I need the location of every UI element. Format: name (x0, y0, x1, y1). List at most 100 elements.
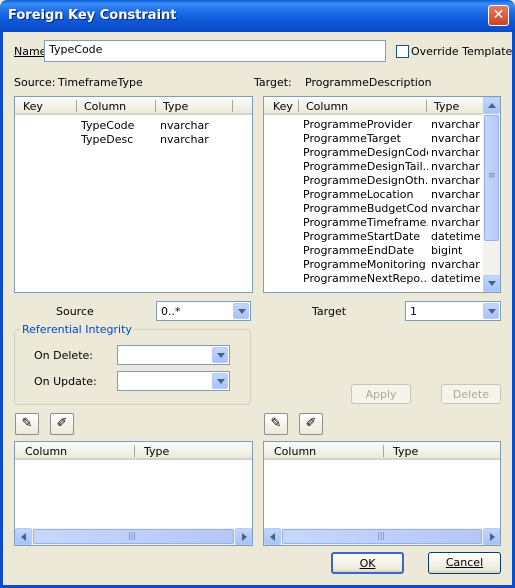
window-title: Foreign Key Constraint (8, 8, 177, 23)
referential-integrity-title: Referential Integrity (20, 323, 134, 336)
table-row[interactable]: ProgrammeTimeframe... nvarchar (264, 216, 483, 230)
chevron-left-icon (21, 533, 26, 541)
override-template-checkbox[interactable] (396, 45, 409, 58)
scroll-thumb[interactable]: ||| (33, 529, 234, 544)
source-cardinality-select[interactable]: 0..* (156, 301, 251, 321)
table-row[interactable]: ProgrammeEndDate bigint (264, 244, 483, 258)
horizontal-scrollbar[interactable]: ||| (15, 528, 252, 545)
source-row-type: nvarchar (160, 133, 209, 146)
on-delete-select[interactable] (117, 345, 230, 365)
table-row[interactable]: ProgrammeBudgetCode nvarchar (264, 202, 483, 216)
target-mapping-grid[interactable]: Column Type ||| (263, 441, 501, 546)
scroll-thumb[interactable]: ≡ (484, 115, 499, 241)
add-target-mapping-button[interactable]: ✎ (264, 413, 288, 435)
target-row-type: nvarchar (431, 188, 480, 201)
target-header-type[interactable]: Type (434, 100, 459, 113)
ok-button[interactable]: OK (331, 552, 404, 574)
cancel-button[interactable]: Cancel (428, 552, 501, 574)
target-columns-grid[interactable]: Key Column Type ProgrammeProvider nvarcha… (263, 96, 501, 293)
target-row-type: nvarchar (431, 146, 480, 159)
table-row[interactable]: ProgrammeTarget nvarchar (264, 132, 483, 146)
name-label: Name (14, 45, 47, 58)
scroll-left-button[interactable] (264, 528, 281, 545)
chevron-down-icon (217, 353, 225, 358)
grip-icon: ||| (377, 531, 386, 540)
close-icon: ✕ (492, 7, 505, 23)
cancel-button-label: Cancel (445, 556, 484, 569)
dropdown-button[interactable] (212, 347, 228, 363)
target-header-column[interactable]: Column (306, 100, 348, 113)
mapping-header-column[interactable]: Column (274, 445, 316, 458)
target-header-key[interactable]: Key (273, 100, 293, 113)
target-label: Target: (254, 76, 292, 89)
source-label: Source: (14, 76, 56, 89)
scroll-thumb[interactable]: ||| (282, 529, 482, 544)
target-row-column: ProgrammeEndDate (303, 244, 415, 257)
target-table-name: ProgrammeDescription (305, 76, 432, 89)
scroll-left-button[interactable] (15, 528, 32, 545)
close-button[interactable]: ✕ (488, 5, 509, 26)
apply-button[interactable]: Apply (351, 384, 411, 404)
remove-target-mapping-button[interactable]: ✐ (299, 413, 323, 435)
mapping-grid-header: Column Type (264, 442, 500, 460)
header-separator (155, 100, 156, 112)
table-row[interactable]: TypeDesc nvarchar (15, 133, 252, 147)
scroll-right-button[interactable] (235, 528, 252, 545)
target-row-column: ProgrammeProvider (303, 118, 413, 131)
source-header-key[interactable]: Key (23, 100, 43, 113)
chevron-up-icon (488, 103, 496, 108)
source-cardinality-label: Source (56, 305, 94, 318)
pencil-add-icon: ✎ (270, 416, 282, 431)
chevron-down-icon (488, 281, 496, 286)
target-row-type: nvarchar (431, 174, 480, 187)
target-row-type: bigint (431, 244, 463, 257)
table-row[interactable]: ProgrammeDesignCode nvarchar (264, 146, 483, 160)
chevron-left-icon (270, 533, 275, 541)
target-row-type: nvarchar (431, 118, 480, 131)
grip-icon: ≡ (488, 171, 496, 181)
table-row[interactable]: ProgrammeProvider nvarchar (264, 118, 483, 132)
target-cardinality-label: Target (312, 305, 347, 318)
mapping-header-type[interactable]: Type (393, 445, 418, 458)
target-cardinality-select[interactable]: 1 (405, 301, 501, 321)
scroll-right-button[interactable] (483, 528, 500, 545)
target-row-type: nvarchar (431, 216, 480, 229)
remove-mapping-button[interactable]: ✐ (50, 413, 74, 435)
table-row[interactable]: ProgrammeMonitoring nvarchar (264, 258, 483, 272)
table-row[interactable]: ProgrammeDesignTail... nvarchar (264, 160, 483, 174)
name-input[interactable]: TypeCode (44, 40, 386, 62)
target-vertical-scrollbar[interactable]: ≡ (483, 97, 500, 292)
header-separator (383, 445, 384, 457)
grip-icon: ||| (128, 531, 137, 540)
horizontal-scrollbar[interactable]: ||| (264, 528, 500, 545)
chevron-down-icon (217, 379, 225, 384)
mapping-header-column[interactable]: Column (25, 445, 67, 458)
source-mapping-grid[interactable]: Column Type ||| (14, 441, 253, 546)
source-columns-grid[interactable]: Key Column Type TypeCode nvarchar TypeDe… (14, 96, 253, 293)
on-update-label: On Update: (34, 375, 97, 388)
dropdown-button[interactable] (212, 373, 228, 389)
dropdown-button[interactable] (233, 303, 249, 319)
header-separator (134, 445, 135, 457)
target-row-column: ProgrammeMonitoring (303, 258, 426, 271)
table-row[interactable]: ProgrammeLocation nvarchar (264, 188, 483, 202)
mapping-header-type[interactable]: Type (144, 445, 169, 458)
target-row-type: nvarchar (431, 160, 480, 173)
dropdown-button[interactable] (483, 303, 499, 319)
scroll-down-button[interactable] (483, 275, 500, 292)
table-row[interactable]: ProgrammeDesignOth... nvarchar (264, 174, 483, 188)
on-update-select[interactable] (117, 371, 230, 391)
target-row-column: ProgrammeDesignCode (303, 146, 428, 159)
table-row[interactable]: TypeCode nvarchar (15, 119, 252, 133)
source-table-name: TimeframeType (58, 76, 143, 89)
chevron-down-icon (488, 309, 496, 314)
table-row[interactable]: ProgrammeNextRepo... datetime (264, 272, 483, 286)
source-header-column[interactable]: Column (84, 100, 126, 113)
scroll-up-button[interactable] (483, 97, 500, 114)
delete-button[interactable]: Delete (441, 384, 501, 404)
add-mapping-button[interactable]: ✎ (15, 413, 39, 435)
source-grid-header: Key Column Type (15, 97, 252, 115)
ok-button-label: OK (359, 557, 376, 570)
source-header-type[interactable]: Type (163, 100, 188, 113)
table-row[interactable]: ProgrammeStartDate datetime (264, 230, 483, 244)
